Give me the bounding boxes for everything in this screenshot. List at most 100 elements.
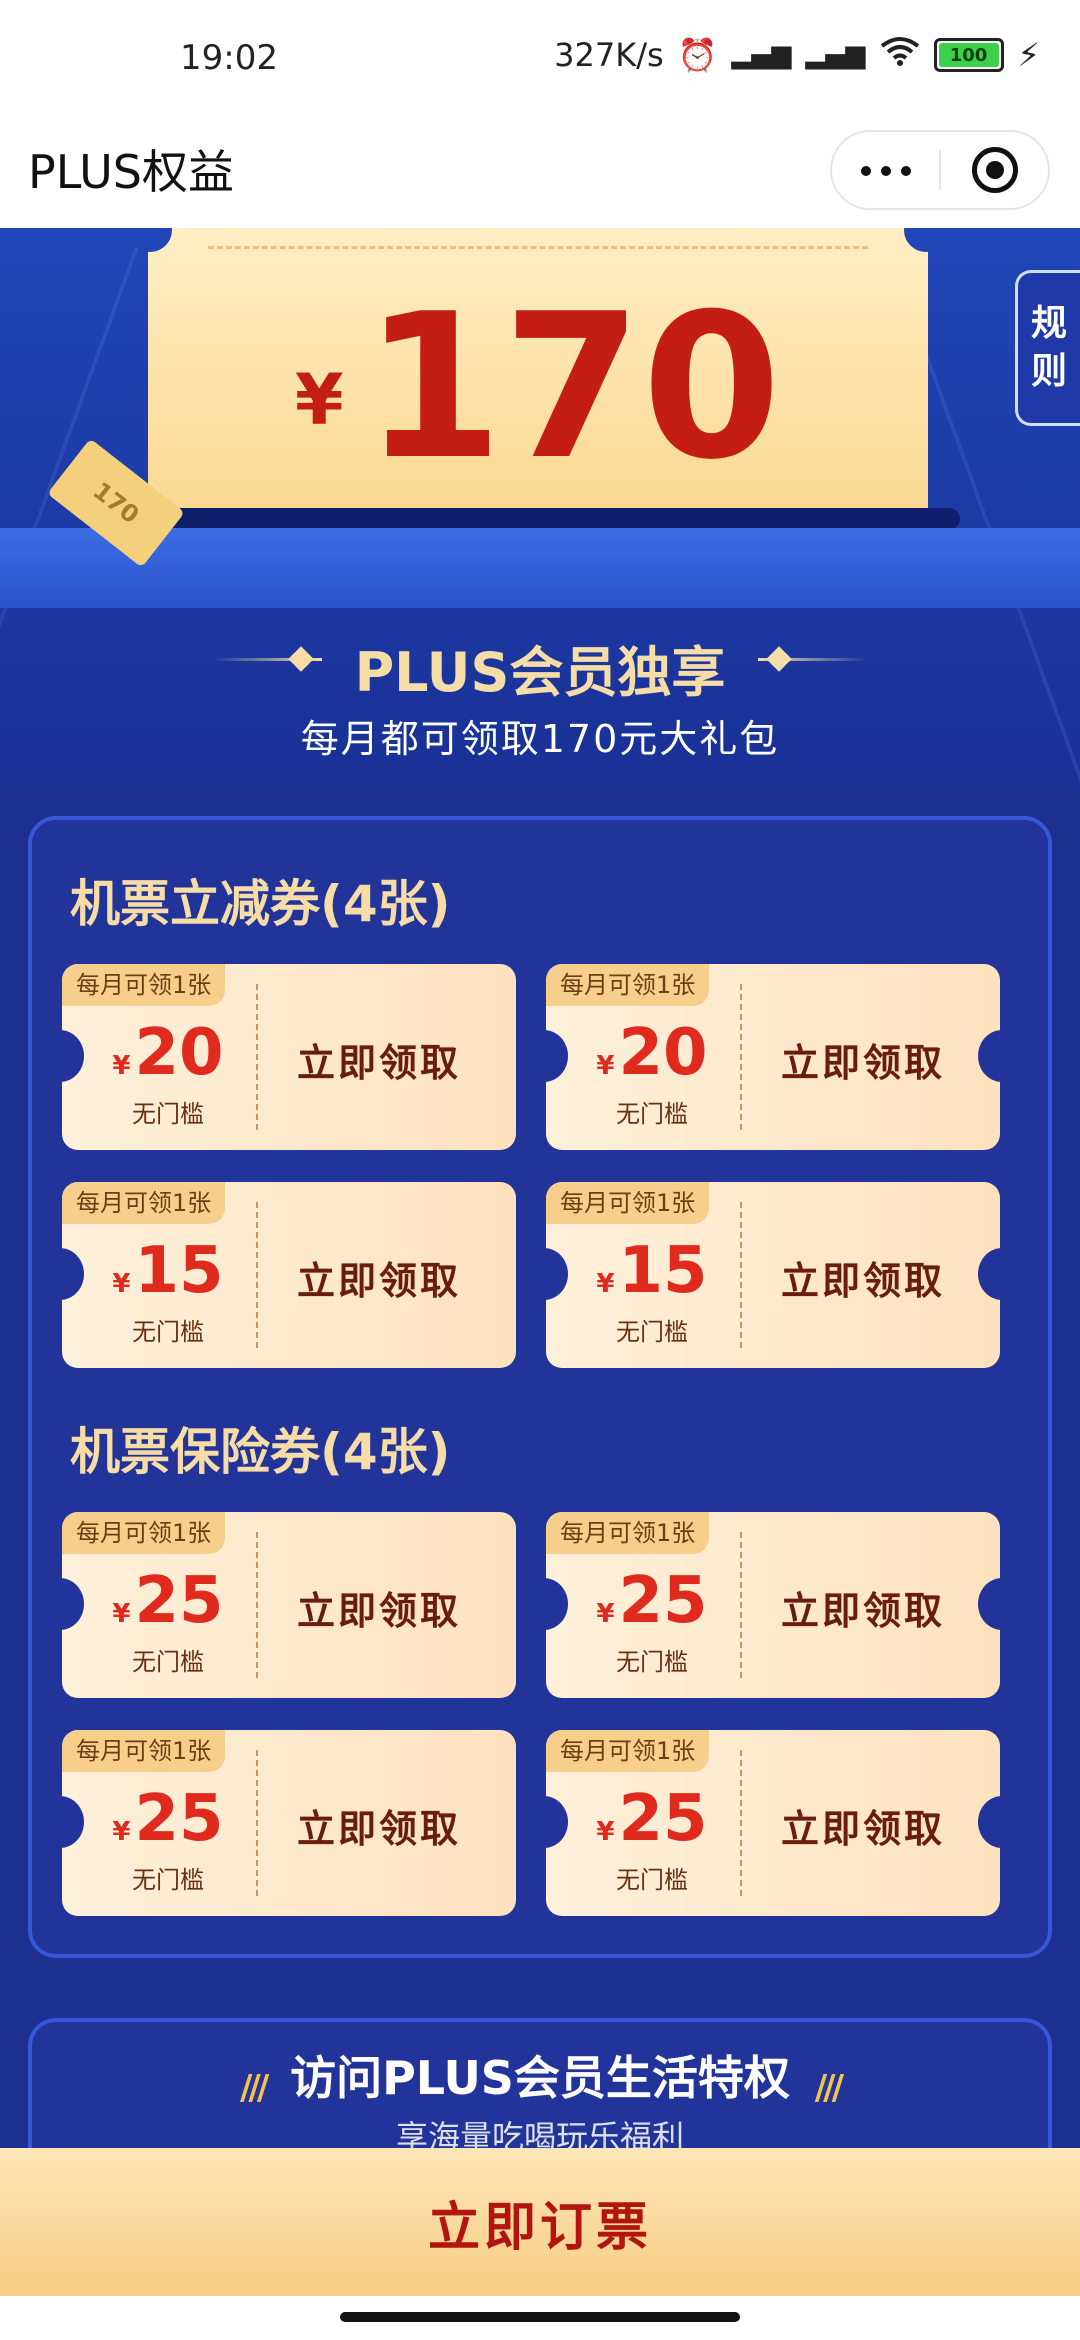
claim-button[interactable]: 立即领取 — [272, 1580, 486, 1635]
coupon-condition: 无门槛 — [616, 1100, 688, 1128]
plus-exclusive-subtitle: 每月都可领取170元大礼包 — [300, 717, 780, 761]
page-title: PLUS权益 — [28, 145, 234, 199]
currency-symbol: ¥ — [112, 1817, 131, 1847]
coupon-condition: 无门槛 — [132, 1100, 204, 1128]
coupon-tag: 每月可领1张 — [546, 1512, 710, 1554]
coupon-price: ¥25 — [592, 1786, 712, 1852]
coupon-card[interactable]: 每月可领1张 ¥15 无门槛 立即领取 — [62, 1182, 516, 1368]
gift-amount: ¥170 — [148, 288, 928, 488]
wifi-icon — [880, 36, 920, 74]
battery-icon: 100 — [933, 38, 1004, 72]
currency-symbol: ¥ — [112, 1051, 131, 1081]
ticket-notch — [904, 228, 948, 252]
claim-button[interactable]: 立即领取 — [756, 1580, 970, 1635]
hero-banner: ¥170 170 规 则 PLUS会员独享 每月都可领取170元大礼包 — [0, 228, 1080, 788]
coupon-card[interactable]: 每月可领1张 ¥15 无门槛 立即领取 — [546, 1182, 1000, 1368]
coupon-value: 20 — [618, 1016, 708, 1090]
coupon-price: ¥25 — [108, 1786, 228, 1852]
section-title-flight-discount: 机票立减券(4张) — [70, 875, 451, 933]
capsule-menu — [830, 130, 1050, 210]
close-button[interactable] — [941, 147, 1048, 193]
currency-symbol: ¥ — [596, 1599, 615, 1629]
more-button[interactable] — [832, 161, 939, 180]
coupon-condition: 无门槛 — [132, 1318, 204, 1346]
signal-hd-icon: ▂▄▆ — [731, 40, 792, 70]
amount-value: 170 — [363, 271, 782, 504]
coupon-divider — [740, 1532, 742, 1678]
coupon-value: 25 — [618, 1564, 708, 1638]
coupon-tag: 每月可领1张 — [62, 1730, 226, 1772]
coupon-tag: 每月可领1张 — [546, 964, 710, 1006]
coupon-value: 15 — [134, 1234, 224, 1308]
coupon-condition: 无门槛 — [616, 1866, 688, 1894]
coupon-value: 25 — [134, 1564, 224, 1638]
claim-button[interactable]: 立即领取 — [272, 1032, 486, 1087]
coupon-notch — [978, 1248, 1000, 1300]
coupon-value: 25 — [618, 1782, 708, 1856]
book-now-button[interactable]: 立即订票 — [0, 2148, 1080, 2296]
status-time: 19:02 — [180, 38, 278, 78]
coupon-notch — [546, 1578, 568, 1630]
coupon-notch — [62, 1796, 84, 1848]
coupon-card[interactable]: 每月可领1张 ¥20 无门槛 立即领取 — [62, 964, 516, 1150]
coupon-notch — [546, 1248, 568, 1300]
coupon-price: ¥20 — [108, 1020, 228, 1086]
claim-button[interactable]: 立即领取 — [272, 1250, 486, 1305]
coupon-card[interactable]: 每月可领1张 ¥25 无门槛 立即领取 — [62, 1512, 516, 1698]
status-bar: 19:02 327K/s ⏰ ▂▄▆ ▂▄▆ 100 ⚡ — [0, 0, 1080, 118]
status-icons: 327K/s ⏰ ▂▄▆ ▂▄▆ 100 ⚡ — [554, 36, 1040, 74]
signal-hd-icon: ▂▄▆ — [805, 40, 866, 70]
coupon-divider — [256, 1750, 258, 1896]
coupon-notch — [546, 1796, 568, 1848]
rules-label-2: 则 — [1030, 351, 1067, 392]
coupon-notch — [978, 1578, 1000, 1630]
amount-ticket: ¥170 — [128, 228, 948, 526]
coupon-notch — [62, 1030, 84, 1082]
coupon-price: ¥25 — [108, 1568, 228, 1634]
charging-icon: ⚡ — [1017, 36, 1040, 74]
section-title-flight-insurance: 机票保险券(4张) — [70, 1423, 451, 1481]
coupon-tag: 每月可领1张 — [62, 964, 226, 1006]
claim-button[interactable]: 立即领取 — [756, 1032, 970, 1087]
coupon-divider — [740, 984, 742, 1130]
coupon-card[interactable]: 每月可领1张 ¥25 无门槛 立即领取 — [62, 1730, 516, 1916]
coupon-divider — [256, 1202, 258, 1348]
currency-symbol: ¥ — [596, 1051, 615, 1081]
coupon-card[interactable]: 每月可领1张 ¥25 无门槛 立即领取 — [546, 1730, 1000, 1916]
claim-button[interactable]: 立即领取 — [756, 1798, 970, 1853]
coupon-condition: 无门槛 — [132, 1866, 204, 1894]
coupon-condition: 无门槛 — [616, 1318, 688, 1346]
mini-program-header: PLUS权益 — [0, 118, 1080, 228]
coupon-divider — [256, 1532, 258, 1678]
plus-exclusive-title: PLUS会员独享 — [354, 641, 726, 704]
coupon-price: ¥15 — [592, 1238, 712, 1304]
coupon-notch — [546, 1030, 568, 1082]
coupon-tag: 每月可领1张 — [546, 1730, 710, 1772]
currency-symbol: ¥ — [294, 359, 344, 441]
coupon-price: ¥20 — [592, 1020, 712, 1086]
coupon-price: ¥25 — [592, 1568, 712, 1634]
network-speed: 327K/s — [554, 36, 664, 74]
coupon-divider — [740, 1750, 742, 1896]
coupon-value: 15 — [618, 1234, 708, 1308]
coupon-panel: 机票立减券(4张) 每月可领1张 ¥20 无门槛 立即领取 每月可领1张 ¥20… — [28, 816, 1052, 1958]
home-indicator[interactable] — [340, 2312, 740, 2322]
currency-symbol: ¥ — [596, 1269, 615, 1299]
coupon-tag: 每月可领1张 — [62, 1182, 226, 1224]
rules-button[interactable]: 规 则 — [1015, 270, 1080, 426]
coupon-value: 20 — [134, 1016, 224, 1090]
claim-button[interactable]: 立即领取 — [272, 1798, 486, 1853]
coupon-card[interactable]: 每月可领1张 ¥20 无门槛 立即领取 — [546, 964, 1000, 1150]
slash-decor-icon: /// — [814, 2068, 844, 2108]
battery-level: 100 — [938, 43, 999, 67]
coupon-value: 25 — [134, 1782, 224, 1856]
claim-button[interactable]: 立即领取 — [756, 1250, 970, 1305]
coupon-divider — [740, 1202, 742, 1348]
currency-symbol: ¥ — [112, 1269, 131, 1299]
box-slot — [120, 508, 960, 530]
coupon-card[interactable]: 每月可领1张 ¥25 无门槛 立即领取 — [546, 1512, 1000, 1698]
coupon-condition: 无门槛 — [616, 1648, 688, 1676]
coupon-notch — [62, 1248, 84, 1300]
coupon-condition: 无门槛 — [132, 1648, 204, 1676]
coupon-notch — [62, 1578, 84, 1630]
